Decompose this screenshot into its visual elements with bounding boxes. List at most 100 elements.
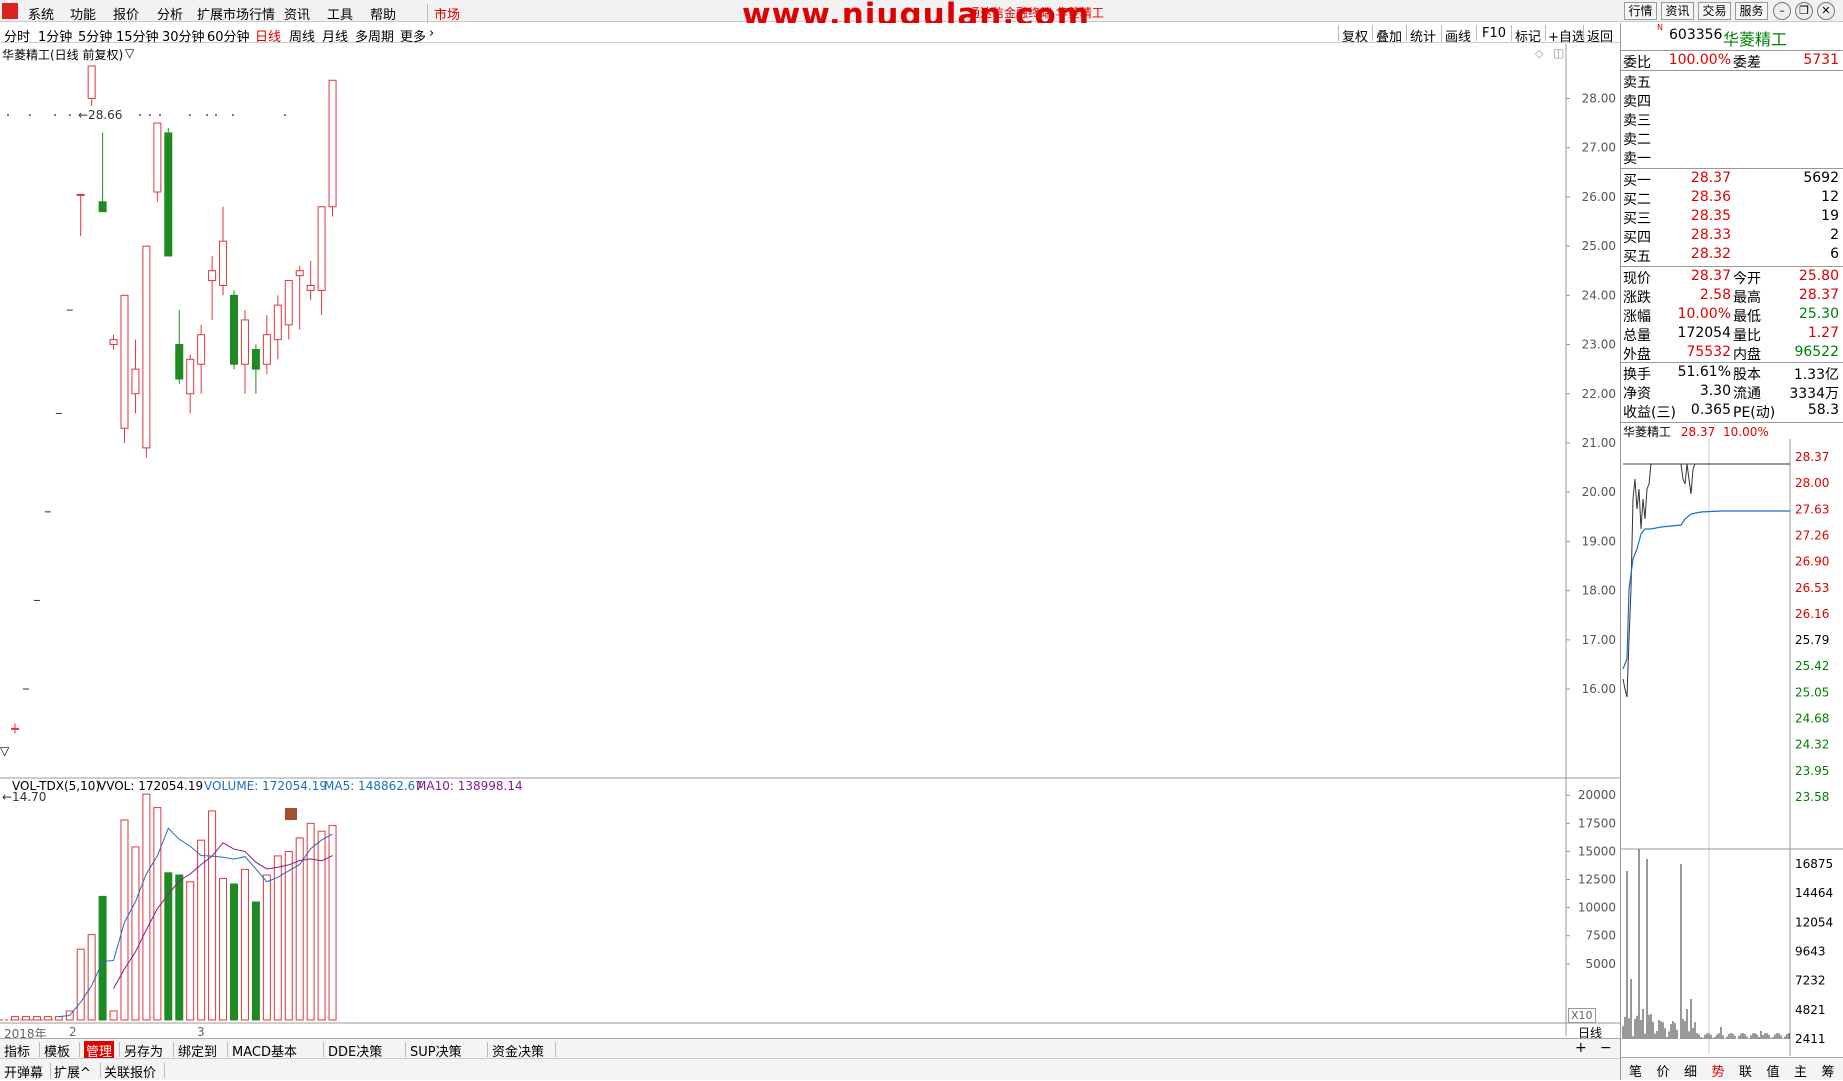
period-multi[interactable]: 多周期 <box>355 26 394 45</box>
period-daily[interactable]: 日线 <box>255 26 281 45</box>
ask-label: 卖三 <box>1623 113 1651 129</box>
extra-tab[interactable]: 关联报价 <box>104 1062 156 1081</box>
candle <box>120 294 129 443</box>
volume-bar <box>87 934 96 1021</box>
vol-indicator-arrow[interactable]: ▽ <box>0 744 9 758</box>
candle <box>230 290 238 370</box>
candle <box>328 79 337 217</box>
zoom-in-icon[interactable]: + <box>1575 1040 1587 1056</box>
stat-label: 外盘 <box>1623 347 1651 363</box>
vol-axis-label: 20000 <box>1578 788 1616 802</box>
bid-price: 28.35 <box>1690 208 1731 224</box>
menu-system[interactable]: 系统 <box>28 4 54 23</box>
menu-market[interactable]: 市场 <box>427 4 460 23</box>
stat-row: 现价 28.37 今开 25.80 <box>1621 267 1841 287</box>
price-axis-label: 24.00 <box>1582 288 1616 302</box>
tool-f10[interactable]: F10 <box>1482 26 1506 41</box>
chart-area[interactable]: 28.00 27.00 26.00 25.00 24.00 23.00 22.00 21.00… <box>0 44 1620 1041</box>
period-60min[interactable]: 60分钟 <box>207 26 250 45</box>
volume-bar <box>208 810 217 1021</box>
stat-label: 今开 <box>1733 271 1761 287</box>
chevron-down-icon[interactable]: ▽ <box>125 46 134 60</box>
signal-dot <box>69 114 71 116</box>
tab-divider <box>173 1042 174 1057</box>
tool-adjust[interactable]: 复权 <box>1342 26 1368 45</box>
top-button-service[interactable]: 服务 <box>1735 2 1768 20</box>
right-tab[interactable]: 笔 <box>1629 1061 1642 1080</box>
bid-volume: 6 <box>1830 246 1839 262</box>
stat-value: 25.80 <box>1798 268 1839 284</box>
extra-tab[interactable]: 扩展^ <box>54 1062 91 1081</box>
candle <box>197 324 206 394</box>
period-monthly[interactable]: 月线 <box>322 26 348 45</box>
tool-draw[interactable]: 画线 <box>1445 26 1471 45</box>
right-tab[interactable]: 联 <box>1739 1061 1752 1080</box>
chart-title: 华菱精工(日线 前复权) <box>2 48 124 62</box>
price-axis-label: 20.00 <box>1582 485 1616 499</box>
kline-chart[interactable]: 28.00 27.00 26.00 25.00 24.00 23.00 22.00 21.00… <box>0 44 1620 1036</box>
minimize-icon[interactable]: – <box>1773 2 1791 20</box>
period-1min[interactable]: 1分钟 <box>38 26 72 45</box>
tool-add-favorite[interactable]: +自选 <box>1548 26 1585 45</box>
signal-dot <box>149 114 151 116</box>
stat-value: 172054 <box>1677 325 1731 341</box>
top-button-news[interactable]: 资讯 <box>1661 2 1694 20</box>
date-label-feb: 2 <box>69 1025 77 1039</box>
layout-icon[interactable]: ◫ <box>1553 46 1564 60</box>
volume-bar <box>273 855 282 1021</box>
period-more[interactable]: 更多 <box>400 26 426 45</box>
diamond-icon[interactable]: ◇ <box>1535 47 1543 60</box>
menu-tools[interactable]: 工具 <box>327 4 353 23</box>
right-tab[interactable]: 价 <box>1657 1061 1670 1080</box>
mini-price-label: 25.79 <box>1795 633 1829 647</box>
menu-help[interactable]: 帮助 <box>370 4 396 23</box>
period-weekly[interactable]: 周线 <box>289 26 315 45</box>
candle <box>175 310 184 384</box>
menu-analysis[interactable]: 分析 <box>157 4 183 23</box>
top-button-trade[interactable]: 交易 <box>1698 2 1731 20</box>
extra-tab[interactable]: 开弹幕 <box>4 1062 43 1081</box>
period-minute-time[interactable]: 分时 <box>4 26 30 45</box>
tab-divider <box>119 1042 120 1057</box>
right-tab[interactable]: 值 <box>1767 1061 1780 1080</box>
ask-label: 卖四 <box>1623 94 1651 110</box>
intraday-chart[interactable]: 28.37 28.00 27.63 27.26 26.90 26.53 26.16 25.79… <box>1621 439 1843 1056</box>
candle <box>11 723 19 734</box>
mini-price-label: 27.63 <box>1795 502 1829 516</box>
right-tab[interactable]: 筹 <box>1822 1061 1835 1080</box>
extra-tabs: 开弹幕 扩展^ 关联报价 <box>0 1058 1620 1081</box>
menu-quote[interactable]: 报价 <box>113 4 139 23</box>
tab-divider <box>39 1042 40 1057</box>
right-tab[interactable]: 势 <box>1712 1061 1725 1080</box>
menu-extended-market[interactable]: 扩展市场行情 <box>197 4 275 23</box>
menu-news[interactable]: 资讯 <box>284 4 310 23</box>
right-tab[interactable]: 主 <box>1794 1061 1807 1080</box>
close-icon[interactable]: ✕ <box>1817 2 1835 20</box>
zoom-out-icon[interactable]: − <box>1600 1040 1612 1056</box>
tool-stats[interactable]: 统计 <box>1410 26 1436 45</box>
right-tab[interactable]: 细 <box>1684 1061 1697 1080</box>
stat-label: 涨幅 <box>1623 309 1651 325</box>
restore-icon[interactable]: ❐ <box>1795 2 1813 20</box>
bid-row: 买五 28.32 6 <box>1621 245 1841 265</box>
tool-mark[interactable]: 标记 <box>1515 26 1541 45</box>
ask-label: 卖二 <box>1623 132 1651 148</box>
bid-row: 买四 28.33 2 <box>1621 226 1841 246</box>
period-5min[interactable]: 5分钟 <box>78 26 112 45</box>
candle <box>240 310 249 394</box>
period-30min[interactable]: 30分钟 <box>162 26 205 45</box>
mini-vol-label: 7232 <box>1795 974 1826 988</box>
mini-price-label: 25.42 <box>1795 659 1829 673</box>
period-15min[interactable]: 15分钟 <box>116 26 159 45</box>
tool-overlay[interactable]: 叠加 <box>1376 26 1402 45</box>
tool-back[interactable]: 返回 <box>1587 26 1613 45</box>
volume-bar <box>21 1016 30 1021</box>
event-marker-icon[interactable] <box>285 808 297 820</box>
tab-divider <box>164 1063 165 1078</box>
chevron-right-icon[interactable]: › <box>429 26 434 41</box>
menu-function[interactable]: 功能 <box>70 4 96 23</box>
top-button-market[interactable]: 行情 <box>1624 2 1657 20</box>
toolbar-divider <box>1441 25 1442 41</box>
tab-divider <box>50 1063 51 1078</box>
volume-bar <box>230 883 238 1021</box>
